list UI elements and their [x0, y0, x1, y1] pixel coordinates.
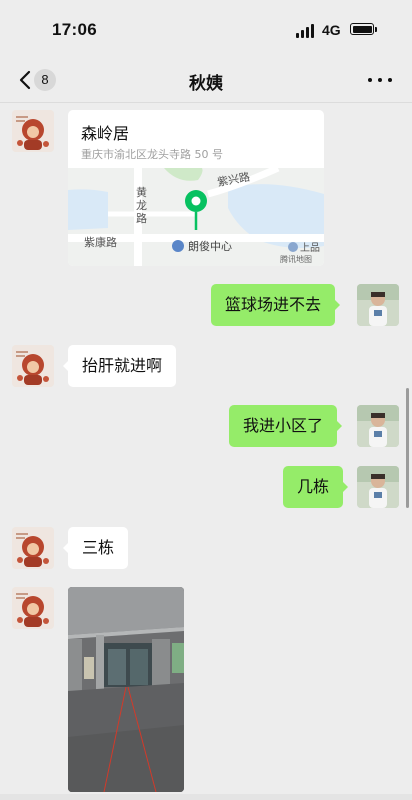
map-road-label: 龙	[136, 199, 147, 212]
status-time: 17:06	[52, 20, 97, 39]
cartoon-avatar-image	[12, 527, 54, 569]
more-options-icon[interactable]	[366, 70, 394, 90]
location-name: 森岭居	[81, 124, 130, 143]
map-road-label: 路	[136, 212, 147, 225]
chat-header: 8 秋姨	[0, 58, 412, 102]
lobby-photo	[68, 587, 184, 792]
outgoing-message[interactable]: 篮球场进不去	[211, 284, 341, 326]
my-avatar[interactable]	[357, 466, 399, 508]
outgoing-message[interactable]: 几栋	[283, 466, 349, 508]
my-avatar[interactable]	[357, 284, 399, 326]
battery-icon	[350, 23, 374, 35]
contact-avatar[interactable]	[12, 345, 54, 387]
map-road-label: 黄	[136, 185, 147, 199]
photo-avatar-image	[357, 405, 399, 447]
map-road-label: 紫康路	[84, 235, 117, 249]
contact-avatar[interactable]	[12, 587, 54, 629]
cartoon-avatar-image	[12, 110, 54, 152]
signal-icon	[296, 24, 316, 38]
map-preview: 紫兴路 黄 龙 路 紫康路 朗俊中心 上品 腾讯地图	[68, 168, 324, 266]
location-message[interactable]: 森岭居 重庆市渝北区龙头寺路 50 号 紫兴路 黄 龙 路 紫康路 朗俊中心 上…	[68, 110, 324, 266]
location-address: 重庆市渝北区龙头寺路 50 号	[81, 148, 223, 161]
map-poi-label: 朗俊中心	[188, 239, 232, 253]
map-provider-label: 腾讯地图	[280, 254, 312, 264]
cartoon-avatar-image	[12, 587, 54, 629]
contact-avatar[interactable]	[12, 110, 54, 152]
battery-tip	[375, 27, 377, 32]
image-message[interactable]	[68, 587, 184, 792]
status-bar: 17:06 4G	[0, 0, 412, 58]
header-divider	[0, 102, 412, 103]
photo-avatar-image	[357, 284, 399, 326]
contact-avatar[interactable]	[12, 527, 54, 569]
chat-title: 秋姨	[189, 74, 223, 94]
cartoon-avatar-image	[12, 345, 54, 387]
scrollbar[interactable]	[406, 388, 409, 508]
outgoing-message[interactable]: 我进小区了	[229, 405, 343, 447]
bottom-bar	[0, 794, 412, 800]
incoming-message[interactable]: 抬肝就进啊	[62, 345, 177, 387]
incoming-message[interactable]: 三栋	[62, 527, 129, 569]
my-avatar[interactable]	[357, 405, 399, 447]
photo-avatar-image	[357, 466, 399, 508]
map-poi-label: 上品	[300, 242, 320, 254]
network-type: 4G	[322, 22, 341, 38]
